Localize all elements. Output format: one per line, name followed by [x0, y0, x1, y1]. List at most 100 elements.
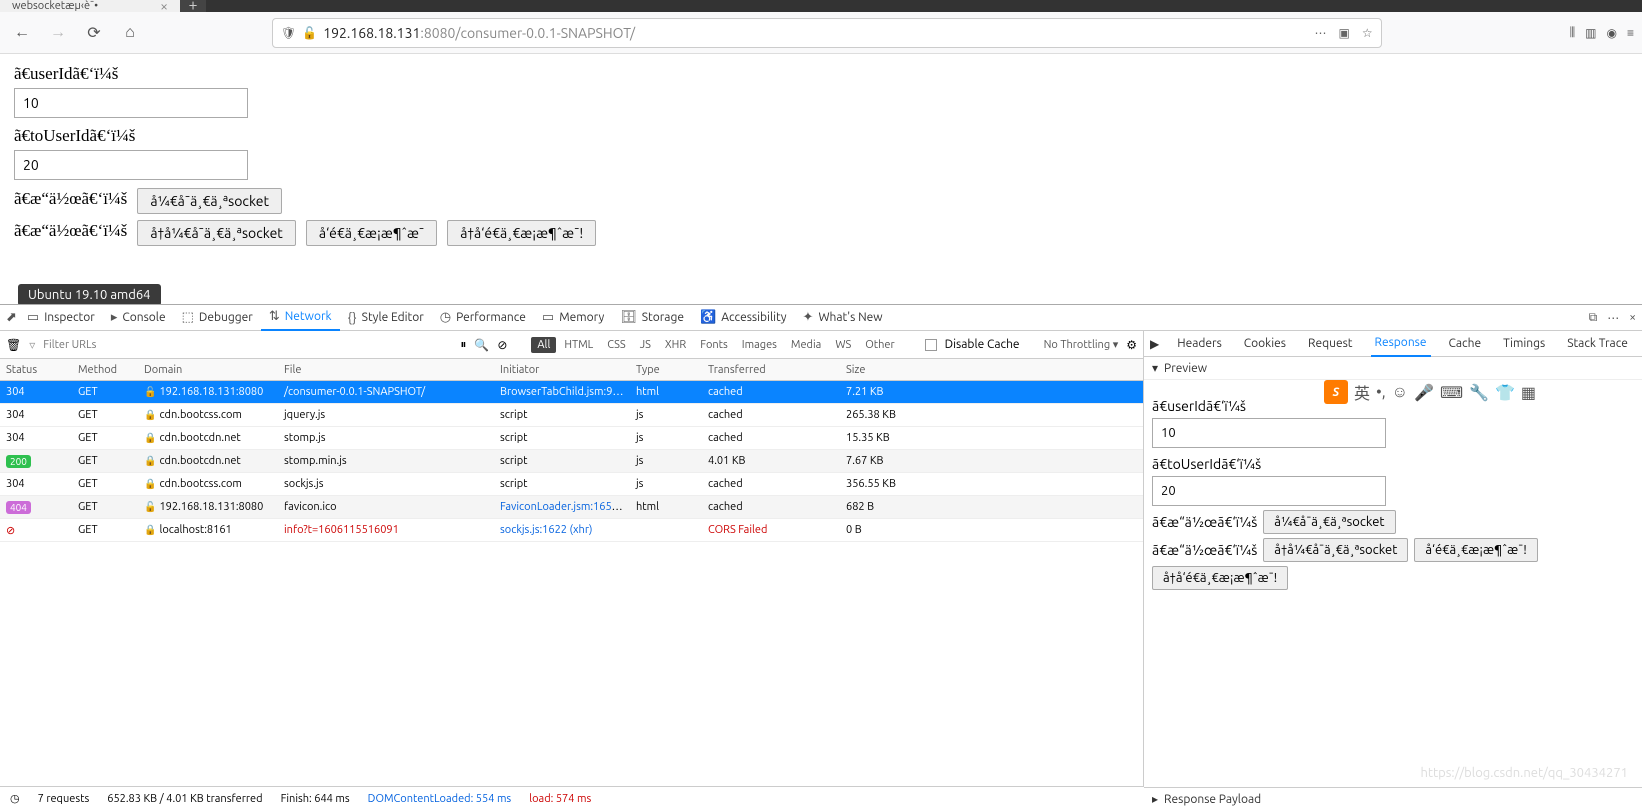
browser-tab[interactable]: websocketæµ‹è¯• ×: [0, 0, 180, 12]
ime-lang-icon[interactable]: 英: [1354, 380, 1370, 404]
dots-icon[interactable]: ⋯: [1315, 26, 1327, 40]
devtools-tab-memory[interactable]: ▭Memory: [534, 305, 612, 331]
send-msg-button[interactable]: å‘é€ä¸€æ¡æ¶ˆæ¯: [306, 220, 437, 246]
network-row[interactable]: 404GET🔓192.168.18.131:8080favicon.icoFav…: [0, 496, 1143, 519]
perf-icon[interactable]: ◷: [10, 792, 20, 805]
sogou-icon[interactable]: S: [1324, 380, 1348, 404]
devtools-tab-performance[interactable]: ◷Performance: [432, 305, 534, 331]
col-domain[interactable]: Domain: [138, 364, 278, 376]
browser-tab-bar: websocketæµ‹è¯• × +: [0, 0, 1642, 12]
toggle-raw-icon[interactable]: ▶: [1150, 337, 1159, 351]
ime-skin-icon[interactable]: 👕: [1495, 383, 1515, 402]
close-tab-icon[interactable]: ×: [160, 0, 168, 14]
send-msg-again-button[interactable]: å†å‘é€ä¸€æ¡æ¶ˆæ¯!: [447, 220, 596, 246]
detail-tab-stack-trace[interactable]: Stack Trace: [1563, 331, 1632, 357]
settings-icon[interactable]: ⚙: [1126, 338, 1137, 352]
tab-icon: 🗄: [620, 310, 637, 325]
filter-type-all[interactable]: All: [531, 337, 556, 353]
detail-tab-headers[interactable]: Headers: [1173, 331, 1226, 357]
disable-cache-checkbox[interactable]: [925, 339, 937, 351]
network-row[interactable]: ⊘GET🔒localhost:8161info?t=1606115516091s…: [0, 519, 1143, 542]
open-socket-button[interactable]: å¼€å¯ä¸€ä¸ªsocket: [137, 188, 282, 214]
prev-touserid-input[interactable]: [1152, 476, 1386, 506]
devtools-menu-icon[interactable]: ⋯: [1607, 311, 1619, 325]
network-row[interactable]: 304GET🔓192.168.18.131:8080/consumer-0.0.…: [0, 381, 1143, 404]
clear-icon[interactable]: 🗑: [6, 338, 21, 352]
reload-button[interactable]: ⟳: [80, 19, 108, 47]
detail-tab-response[interactable]: Response: [1371, 331, 1431, 357]
star-icon[interactable]: ☆: [1362, 26, 1373, 40]
prev-send-2[interactable]: å†å‘é€ä¸€æ¡æ¶ˆæ¯!: [1152, 566, 1288, 590]
prev-userid-input[interactable]: [1152, 418, 1386, 448]
home-button[interactable]: ⌂: [116, 19, 144, 47]
block-icon[interactable]: ⊘: [497, 338, 507, 352]
url-bar[interactable]: 🛡 🔓 192.168.18.131:8080/consumer-0.0.1-S…: [272, 18, 1382, 48]
forward-button[interactable]: →: [44, 19, 72, 47]
col-method[interactable]: Method: [72, 364, 138, 376]
ime-tool-icon[interactable]: 🔧: [1469, 383, 1489, 402]
touserid-input[interactable]: [14, 150, 248, 180]
prev-op1-label: ã€æ“ä½œã€‘ï¼š: [1152, 514, 1257, 530]
network-row[interactable]: 304GET🔒cdn.bootcdn.netstomp.jsscriptjsca…: [0, 427, 1143, 450]
filter-type-html[interactable]: HTML: [558, 337, 599, 353]
filter-input[interactable]: [43, 339, 192, 351]
prev-open-socket[interactable]: å¼€å¯ä¸€ä¸ªsocket: [1263, 510, 1395, 534]
devtools-tab-debugger[interactable]: ⬚Debugger: [174, 305, 261, 331]
back-button[interactable]: ←: [8, 19, 36, 47]
devtools-tab-accessibility[interactable]: ♿Accessibility: [692, 305, 795, 331]
filter-type-js[interactable]: JS: [634, 337, 657, 353]
devtools-tab-inspector[interactable]: ▭Inspector: [19, 305, 103, 331]
network-row[interactable]: 304GET🔒cdn.bootcss.comjquery.jsscriptjsc…: [0, 404, 1143, 427]
filter-type-other[interactable]: Other: [859, 337, 900, 353]
status-transferred: 652.83 KB / 4.01 KB transferred: [107, 793, 262, 805]
filter-type-images[interactable]: Images: [736, 337, 783, 353]
col-transferred[interactable]: Transferred: [702, 364, 840, 376]
network-row[interactable]: 200GET🔒cdn.bootcdn.netstomp.min.jsscript…: [0, 450, 1143, 473]
ime-mic-icon[interactable]: 🎤: [1414, 383, 1434, 402]
sidebar-icon[interactable]: ▥: [1585, 26, 1596, 40]
ime-punct-icon[interactable]: •,: [1376, 383, 1386, 401]
ime-grid-icon[interactable]: ▦: [1521, 383, 1536, 402]
col-file[interactable]: File: [278, 364, 494, 376]
menu-icon[interactable]: ≡: [1627, 26, 1634, 40]
filter-type-fonts[interactable]: Fonts: [694, 337, 734, 353]
col-size[interactable]: Size: [840, 364, 1030, 376]
account-icon[interactable]: ◉: [1607, 26, 1617, 40]
detail-tab-cookies[interactable]: Cookies: [1240, 331, 1290, 357]
filter-type-css[interactable]: CSS: [601, 337, 631, 353]
filter-type-media[interactable]: Media: [785, 337, 827, 353]
prev-open-socket-2[interactable]: å†å¼€å¯ä¸€ä¸ªsocket: [1263, 538, 1408, 562]
devtools-tab-style-editor[interactable]: {}Style Editor: [340, 305, 432, 331]
search-icon[interactable]: 🔍: [474, 338, 489, 352]
preview-header[interactable]: ▾ Preview: [1144, 357, 1642, 380]
response-payload-header[interactable]: ▸ Response Payload: [1144, 787, 1642, 810]
detail-tab-request[interactable]: Request: [1304, 331, 1357, 357]
userid-input[interactable]: [14, 88, 248, 118]
col-status[interactable]: Status: [0, 364, 72, 376]
prev-send[interactable]: å‘é€ä¸€æ¡æ¶ˆæ¯!: [1414, 538, 1537, 562]
ime-emoji-icon[interactable]: ☺: [1392, 383, 1408, 402]
detail-tab-cache[interactable]: Cache: [1445, 331, 1486, 357]
library-icon[interactable]: ⫼: [1570, 26, 1576, 40]
pick-element-icon[interactable]: ⬈: [6, 310, 17, 325]
userid-label: ã€userIdã€‘ï¼š: [14, 64, 1628, 84]
devtools-tab-network[interactable]: ⇅Network: [261, 305, 340, 331]
col-initiator[interactable]: Initiator: [494, 364, 630, 376]
new-tab-button[interactable]: +: [180, 0, 206, 12]
responsive-icon[interactable]: ⧉: [1589, 311, 1598, 325]
filter-icon[interactable]: ▿: [29, 338, 35, 352]
reader-icon[interactable]: ▣: [1339, 26, 1350, 40]
devtools-tab-storage[interactable]: 🗄Storage: [612, 305, 692, 331]
pause-icon[interactable]: ⏸: [460, 338, 466, 352]
ime-kbd-icon[interactable]: ⌨: [1440, 383, 1463, 402]
network-row[interactable]: 304GET🔒cdn.bootcss.comsockjs.jsscriptjsc…: [0, 473, 1143, 496]
devtools-tab-what's-new[interactable]: ✦What's New: [795, 305, 891, 331]
col-type[interactable]: Type: [630, 364, 702, 376]
open-socket-again-button[interactable]: å†å¼€å¯ä¸€ä¸ªsocket: [137, 220, 296, 246]
devtools-tab-console[interactable]: ▸Console: [103, 305, 174, 331]
throttle-select[interactable]: No Throttling ▾: [1044, 338, 1119, 351]
filter-type-ws[interactable]: WS: [829, 337, 857, 353]
filter-type-xhr[interactable]: XHR: [659, 337, 692, 353]
devtools-close-icon[interactable]: ×: [1629, 311, 1636, 325]
detail-tab-timings[interactable]: Timings: [1499, 331, 1549, 357]
